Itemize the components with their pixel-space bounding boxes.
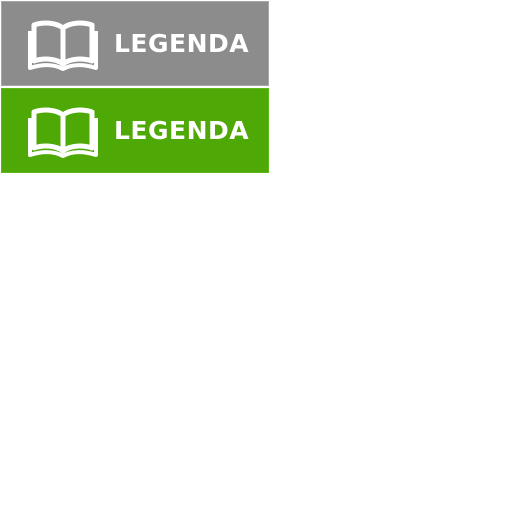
open-book-icon	[28, 20, 98, 71]
legend-button-normal[interactable]: LEGENDA	[1, 1, 269, 86]
legend-button-sprite: LEGENDA LEGENDA	[0, 0, 270, 176]
legend-label: LEGENDA	[114, 116, 250, 145]
legend-label: LEGENDA	[114, 29, 250, 58]
legend-button-hover[interactable]: LEGENDA	[1, 88, 269, 173]
open-book-icon	[28, 107, 98, 158]
